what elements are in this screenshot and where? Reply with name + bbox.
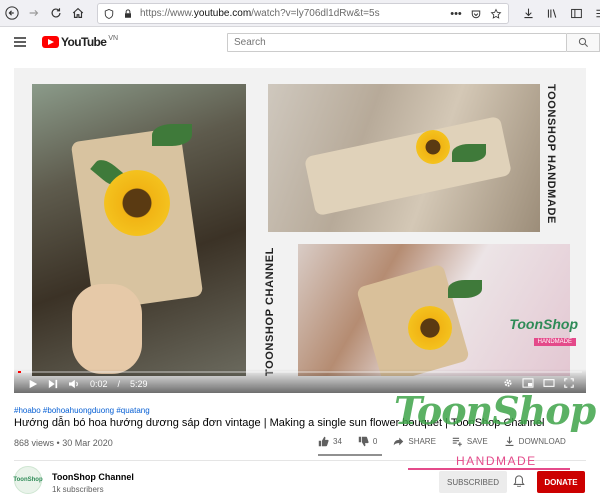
duration: 5:29 <box>130 379 148 389</box>
shield-icon <box>101 6 117 22</box>
leaf <box>448 280 482 298</box>
video-watermark: ToonShop <box>509 316 578 332</box>
page-actions-button[interactable]: ••• <box>448 6 464 22</box>
menu-button[interactable] <box>590 4 600 22</box>
youtube-logo[interactable]: YouTube VN <box>42 35 118 49</box>
library-button[interactable] <box>542 4 562 22</box>
sidebar-button[interactable] <box>566 4 586 22</box>
reload-icon <box>51 8 61 18</box>
sidebar-icon <box>570 8 582 18</box>
sunflower <box>408 306 452 350</box>
like-count: 34 <box>333 437 342 446</box>
library-icon <box>547 8 556 18</box>
arrow-right-icon <box>29 9 39 17</box>
downloads-button[interactable] <box>518 4 538 22</box>
time-display: 0:02 / 5:29 <box>90 379 158 389</box>
volume-icon <box>69 379 78 389</box>
hand <box>72 284 142 374</box>
next-button[interactable] <box>48 379 58 389</box>
brand-logo-text: ToonShop <box>394 388 596 433</box>
video-watermark-sub: HANDMADE <box>533 338 576 346</box>
back-button[interactable] <box>2 3 22 23</box>
video-frame-bottom-right <box>298 244 570 376</box>
bookmark-star-icon[interactable] <box>488 6 504 22</box>
hamburger-icon <box>595 9 600 17</box>
meta-separator: • <box>54 438 63 448</box>
thumbs-down-icon <box>358 436 369 447</box>
channel-avatar[interactable]: ToonShop <box>13 466 43 494</box>
guide-menu-icon[interactable] <box>14 37 28 47</box>
url-text: https://www.youtube.com/watch?v=ly706dl1… <box>140 8 380 19</box>
volume-button[interactable] <box>68 379 80 389</box>
home-button[interactable] <box>68 3 88 23</box>
reload-button[interactable] <box>46 3 66 23</box>
arrow-left-icon <box>5 6 19 20</box>
play-icon <box>29 379 38 389</box>
bell-icon <box>513 475 525 488</box>
vertical-caption-channel: TOONSHOP CHANNEL <box>264 247 276 376</box>
url-path: /watch?v=ly706dl1dRw&t=5s <box>251 8 380 19</box>
subscriber-count: 1k subscribers <box>52 485 104 494</box>
notification-bell-button[interactable] <box>513 474 525 492</box>
channel-name[interactable]: ToonShop Channel <box>52 472 134 482</box>
youtube-play-icon <box>42 36 59 48</box>
leaf <box>152 124 192 146</box>
logo-region: VN <box>108 34 119 42</box>
pocket-icon[interactable] <box>468 6 484 22</box>
lock-icon <box>120 6 136 22</box>
like-ratio-bar <box>318 454 382 456</box>
logo-text: YouTube <box>61 35 107 49</box>
dislike-count: 0 <box>372 437 378 446</box>
video-frame-top-right <box>268 84 540 232</box>
current-time: 0:02 <box>90 379 108 389</box>
forward-button[interactable] <box>24 3 44 23</box>
brand-logo-sub: HANDMADE <box>456 454 537 468</box>
progress-fill <box>18 371 22 373</box>
sunflower <box>104 170 170 236</box>
dislike-button[interactable]: 0 <box>358 436 377 447</box>
thumbs-up-icon <box>318 436 329 447</box>
url-domain: youtube.com <box>193 8 252 19</box>
sunflower <box>416 130 450 164</box>
bouquet-paper <box>303 115 513 217</box>
video-hashtags[interactable]: #hoabo #bohoahuongduong #quatang <box>14 406 150 415</box>
like-button[interactable]: 34 <box>318 436 342 447</box>
youtube-header: YouTube VN <box>0 27 600 57</box>
url-prefix: https://www. <box>140 8 194 19</box>
view-count: 868 views <box>14 438 55 448</box>
video-meta: 868 views • 30 Mar 2020 <box>14 438 113 448</box>
brand-logo-overlay: ToonShop HANDMADE <box>394 382 596 472</box>
vertical-caption-handmade: TOONSHOP HANDMADE <box>545 84 557 224</box>
search-input[interactable] <box>227 33 567 52</box>
video-frame-left <box>32 84 246 376</box>
browser-toolbar: https://www.youtube.com/watch?v=ly706dl1… <box>0 0 600 27</box>
publish-date: 30 Mar 2020 <box>62 438 113 448</box>
progress-bar[interactable] <box>18 371 582 373</box>
subscribed-button[interactable]: SUBSCRIBED <box>439 471 507 493</box>
video-player[interactable]: TOONSHOP HANDMADE TOONSHOP CHANNEL ToonS… <box>14 68 586 393</box>
search-button[interactable] <box>567 33 600 52</box>
time-separator: / <box>117 379 121 389</box>
search-icon <box>578 37 588 48</box>
next-icon <box>48 379 58 389</box>
download-arrow-icon <box>523 8 533 18</box>
brand-logo-underline <box>408 468 570 470</box>
address-bar[interactable]: https://www.youtube.com/watch?v=ly706dl1… <box>97 3 509 24</box>
home-icon <box>72 7 84 18</box>
donate-button[interactable]: DONATE <box>537 471 585 493</box>
play-button[interactable] <box>28 379 38 389</box>
leaf <box>452 144 486 162</box>
